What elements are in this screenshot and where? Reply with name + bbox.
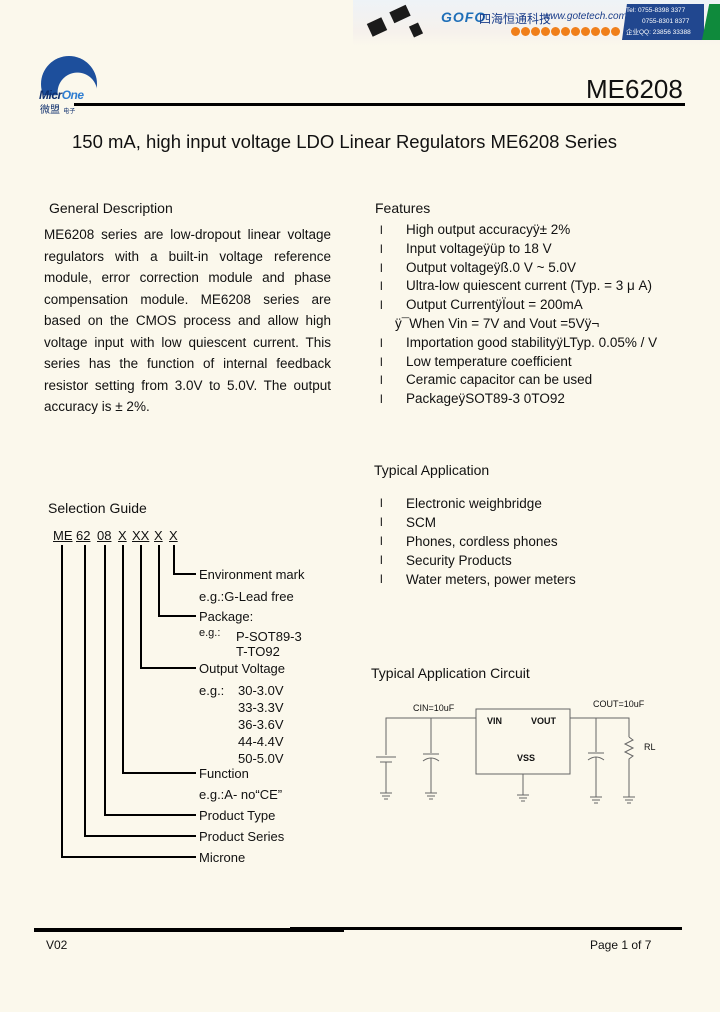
tel-label: Tel:: [626, 7, 637, 14]
footer-divider-thick: [34, 930, 344, 932]
feature-item: l High output accuracyÿ± 2%: [380, 222, 571, 237]
application-item: l SCM: [380, 515, 436, 530]
application-item: l Water meters, power meters: [380, 572, 576, 587]
feature-item: l PackageÿSOT89-3 0TO92: [380, 391, 565, 407]
line-package: [158, 545, 196, 617]
label-voltage-option: 44-4.4V: [238, 734, 284, 749]
feature-note: ÿ¯When Vin = 7V and Vout =5Vÿ¬: [395, 315, 600, 331]
code-part-me: ME: [53, 528, 73, 543]
feature-item: l Ceramic capacitor can be used: [380, 372, 593, 388]
banner-url[interactable]: www.gotetech.com: [543, 11, 627, 22]
label-product-type: Product Type: [199, 808, 276, 823]
label-environment: Environment mark: [199, 567, 305, 582]
features-list: l High output accuracyÿ± 2% l Input voltag…: [375, 221, 657, 409]
code-part-08: 08: [97, 528, 112, 543]
selection-guide-diagram: ME 62 08 X XX X X Environment mark e.g.:…: [50, 528, 350, 868]
ground-icons: [380, 792, 635, 804]
part-number: ME6208: [586, 74, 683, 104]
feature-item: l Output voltageÿß.0 V ~ 5.0V: [380, 259, 576, 275]
feature-item: l Ultra-low quiescent current (Typ. = 3 μ…: [380, 278, 652, 294]
vout-pin-label: VOUT: [531, 716, 557, 726]
label-package-eg-2: T-TO92: [236, 644, 280, 659]
label-function: Function: [199, 766, 249, 781]
line-microne: [61, 545, 196, 858]
label-voltage-option: 50-5.0V: [238, 751, 284, 766]
typical-application-list: l Electronic weighbridge l SCM l Phones, co…: [375, 494, 576, 589]
general-description-text: ME6208 series are low-dropout linear vol…: [44, 227, 331, 414]
line-output-voltage: [140, 545, 196, 669]
distributor-banner[interactable]: GOFO 四海恒通科技 www.gotetech.com Tel: 0755-8…: [353, 0, 720, 46]
label-package-eg-1: P-SOT89-3: [236, 629, 302, 644]
page-number: Page 1 of 7: [590, 938, 652, 952]
application-item: l Security Products: [380, 553, 512, 568]
code-part-function: X: [118, 528, 127, 543]
label-voltage-eg-prefix: e.g.:: [199, 683, 225, 698]
document-title: 150 mA, high input voltage LDO Linear Re…: [72, 131, 618, 152]
label-environment-eg: e.g.:G-Lead free: [199, 589, 294, 604]
typical-application-heading: Typical Application: [374, 462, 490, 478]
feature-item: l Output CurrentÿÏout = 200mA: [380, 297, 583, 313]
label-voltage-option: 36-3.6V: [238, 717, 284, 732]
feature-item: l Input voltageÿüp to 18 V: [380, 240, 552, 256]
line-product-type: [104, 545, 196, 816]
rl-label: RL: [644, 742, 656, 752]
rl-resistor-icon: [623, 736, 635, 797]
feature-item: l Low temperature coefficient: [380, 353, 572, 369]
qq-number: 23856 33388: [652, 29, 691, 36]
header-divider: [74, 103, 685, 106]
logo-cn-text: 微盟 电子: [40, 105, 76, 116]
tel-2: 0755-8301 8377: [642, 18, 690, 25]
qq-label: 企业QQ:: [626, 29, 651, 36]
general-description-heading: General Description: [49, 200, 173, 216]
label-voltage-option: 33-3.3V: [238, 700, 284, 715]
application-item: l Electronic weighbridge: [380, 496, 542, 511]
label-output-voltage: Output Voltage: [199, 661, 286, 676]
code-part-environment: X: [169, 528, 178, 543]
chip-image-icon: [363, 4, 433, 42]
label-function-eg: e.g.:A- no“CE”: [199, 787, 283, 802]
banner-slogan: [511, 27, 621, 37]
label-product-series: Product Series: [199, 829, 285, 844]
vss-pin-label: VSS: [517, 753, 536, 763]
banner-company-name: 四海恒通科技: [479, 12, 552, 26]
feature-item: l Importation good stabilityÿLTyp. 0.05% …: [380, 334, 658, 350]
banner-contact-box: Tel: 0755-8398 3377 0755-8301 8377 企业QQ:…: [622, 4, 704, 40]
selection-guide-heading: Selection Guide: [48, 500, 147, 516]
application-circuit: CIN=10uF COUT=10uF VIN VOUT VSS RL: [370, 695, 690, 810]
application-item: l Phones, cordless phones: [380, 534, 558, 549]
banner-green-accent: [702, 4, 720, 40]
vin-pin-label: VIN: [487, 716, 503, 726]
cout-label: COUT=10uF: [593, 699, 645, 709]
code-part-62: 62: [76, 528, 91, 543]
circuit-heading: Typical Application Circuit: [371, 665, 530, 681]
label-voltage-option: 30-3.0V: [238, 683, 284, 698]
label-microne: Microne: [199, 850, 246, 865]
output-wire: [570, 717, 630, 737]
logo-brand-text: MicrOne: [39, 88, 84, 102]
line-environment: [173, 545, 196, 575]
code-part-voltage: XX: [132, 528, 150, 543]
features-heading: Features: [375, 200, 431, 216]
tel-1: 0755-8398 3377: [637, 7, 686, 14]
version-label: V02: [46, 938, 68, 952]
label-package: Package:: [199, 609, 254, 624]
code-part-package: X: [154, 528, 163, 543]
label-package-eg-prefix: e.g.:: [199, 627, 221, 639]
cin-label: CIN=10uF: [413, 703, 455, 713]
